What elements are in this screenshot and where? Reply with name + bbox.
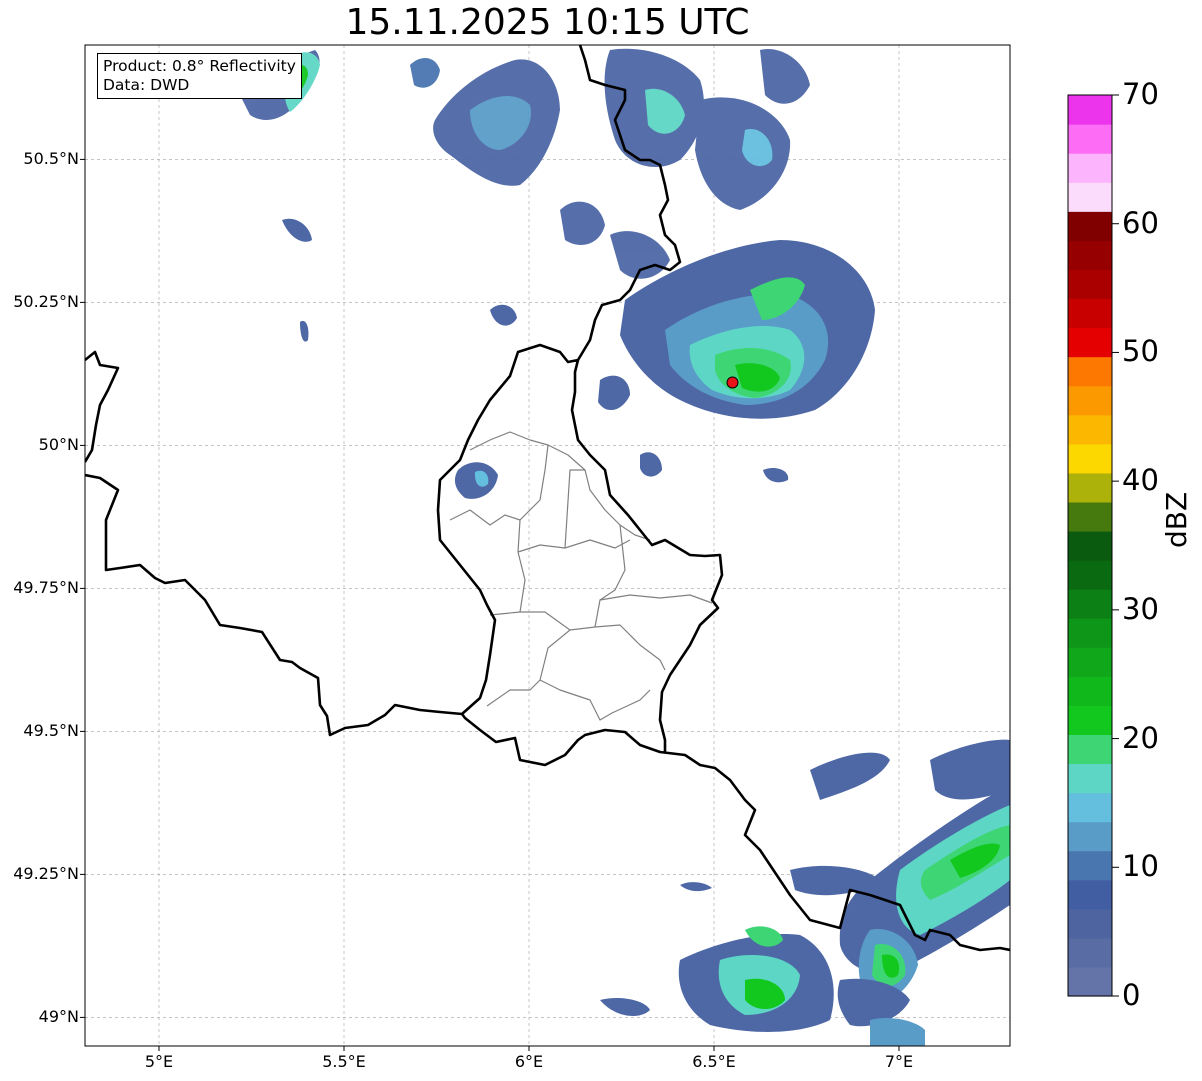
colorbar-segment	[1068, 124, 1112, 154]
colorbar-segment	[1068, 414, 1112, 445]
lon-tick-label: 5.5°E	[322, 1052, 366, 1071]
colorbar-label: dBZ	[1160, 491, 1193, 548]
colorbar-tick-label: 40	[1122, 463, 1159, 498]
lat-tick-label: 50.5°N	[23, 149, 79, 169]
lat-tick-label: 49.25°N	[13, 864, 79, 884]
radar-site-marker	[726, 376, 739, 389]
colorbar-segment	[1068, 908, 1112, 939]
colorbar-tick-label: 50	[1122, 334, 1159, 369]
colorbar-segment	[1068, 560, 1112, 590]
colorbar-segment	[1068, 240, 1112, 270]
lat-tick-label: 49.75°N	[13, 578, 79, 598]
colorbar-segment	[1068, 589, 1112, 619]
lat-tick-label: 49°N	[38, 1007, 79, 1027]
colorbar-segment	[1068, 618, 1112, 648]
colorbar-tick-label: 0	[1122, 978, 1141, 1012]
colorbar-segment	[1068, 95, 1112, 125]
colorbar-segment	[1068, 327, 1112, 358]
colorbar-tick-label: 10	[1122, 849, 1159, 884]
colorbar-segment	[1068, 821, 1112, 852]
colorbar-segment	[1068, 153, 1112, 183]
product-info-box: Product: 0.8° Reflectivity Data: DWD	[97, 53, 302, 99]
colorbar-segment	[1068, 182, 1112, 212]
colorbar-segment	[1068, 501, 1112, 532]
colorbar-segment	[1068, 443, 1112, 474]
lat-tick-label: 49.5°N	[23, 721, 79, 741]
colorbar-tick-label: 70	[1122, 77, 1159, 111]
colorbar-segment	[1068, 298, 1112, 329]
data-source-text: Data: DWD	[103, 76, 190, 94]
colorbar-segment	[1068, 763, 1112, 794]
lat-tick-label: 50.25°N	[13, 292, 79, 312]
colorbar-segment	[1068, 472, 1112, 503]
colorbar	[1067, 94, 1119, 997]
radar-map	[80, 44, 1011, 1051]
lon-tick-label: 6°E	[514, 1052, 544, 1071]
colorbar-segment	[1068, 356, 1112, 387]
colorbar-tick-label: 30	[1122, 591, 1159, 626]
colorbar-segment	[1068, 734, 1112, 765]
lon-tick-label: 5°E	[144, 1052, 174, 1071]
colorbar-segment	[1068, 269, 1112, 300]
colorbar-segment	[1068, 705, 1112, 736]
colorbar-segment	[1068, 530, 1112, 561]
colorbar-segment	[1068, 792, 1112, 823]
lon-tick-label: 6.5°E	[692, 1052, 736, 1071]
colorbar-segment	[1068, 385, 1112, 416]
lon-tick-label: 7°E	[884, 1052, 914, 1071]
colorbar-tick-label: 60	[1122, 205, 1159, 240]
lat-tick-label: 50°N	[38, 435, 79, 455]
product-text: Product: 0.8° Reflectivity	[103, 57, 296, 75]
colorbar-segment	[1068, 676, 1112, 706]
colorbar-segment	[1068, 879, 1112, 910]
colorbar-tick-label: 20	[1122, 720, 1159, 755]
colorbar-segment	[1068, 850, 1112, 881]
colorbar-segment	[1068, 937, 1112, 968]
colorbar-segment	[1068, 647, 1112, 677]
colorbar-segment	[1068, 211, 1112, 241]
colorbar-segment	[1068, 966, 1112, 997]
